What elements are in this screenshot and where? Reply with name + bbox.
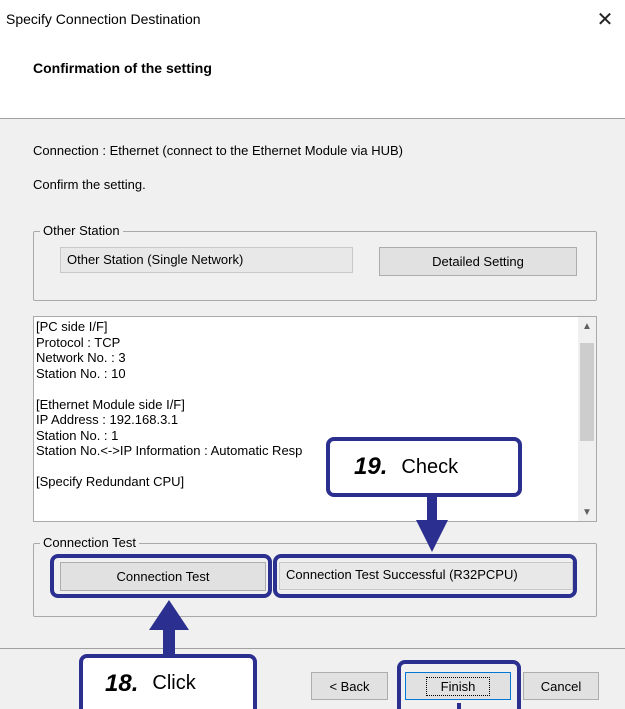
callout-check-word: Check	[401, 455, 459, 478]
arrow-from-finish-stub	[457, 703, 461, 709]
callout-click-word: Click	[152, 672, 196, 694]
arrow-to-test-button-head	[149, 600, 189, 630]
callout-click: 18. Click	[79, 654, 257, 709]
arrow-to-result-head	[416, 520, 448, 552]
callout-arrows	[149, 494, 461, 709]
callout-check: 19. Check	[326, 437, 522, 497]
callout-check-number: 19.	[354, 453, 388, 480]
arrow-to-result-shaft	[427, 494, 437, 522]
callout-click-number: 18.	[105, 669, 139, 697]
